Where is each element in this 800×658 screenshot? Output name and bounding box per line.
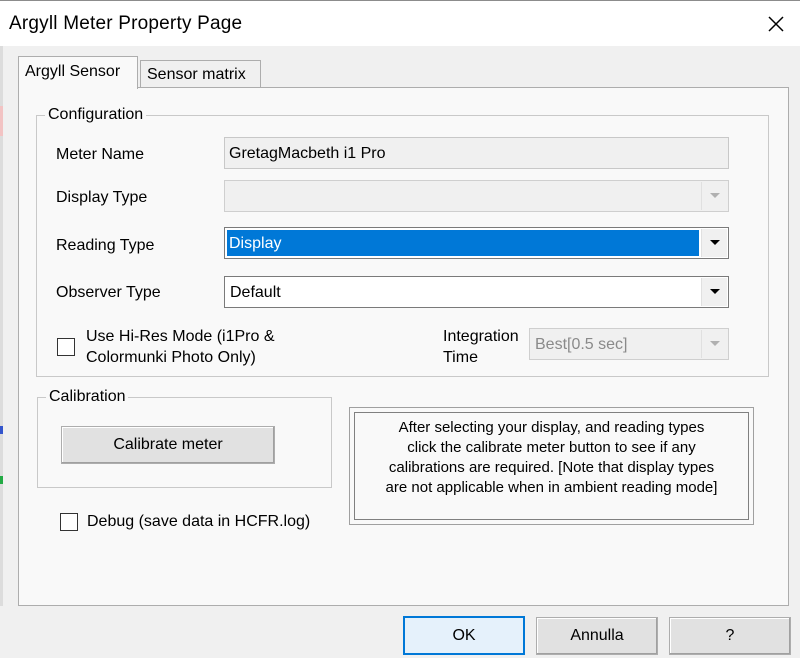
tab-label: Argyll Sensor xyxy=(25,63,121,80)
calibrate-meter-button[interactable]: Calibrate meter xyxy=(61,426,275,464)
integration-time-value: Best[0.5 sec] xyxy=(535,336,628,353)
help-button[interactable]: ? xyxy=(669,617,791,655)
meter-name-field: GretagMacbeth i1 Pro xyxy=(224,137,729,169)
calibration-info-text: After selecting your display, and readin… xyxy=(354,412,749,520)
configuration-group: Configuration Meter Name GretagMacbeth i… xyxy=(36,106,769,377)
cancel-label: Annulla xyxy=(570,627,624,644)
observer-type-select[interactable]: Default xyxy=(224,276,729,308)
reading-type-select[interactable]: Display xyxy=(224,227,729,259)
info-line: calibrations are required. [Note that di… xyxy=(388,459,715,476)
tab-argyll-sensor[interactable]: Argyll Sensor xyxy=(18,56,138,89)
calibrate-meter-label: Calibrate meter xyxy=(113,436,223,453)
chevron-down-icon[interactable] xyxy=(701,182,727,210)
observer-type-value: Default xyxy=(230,284,281,301)
integration-time-label: Integration Time xyxy=(443,326,519,368)
tab-panel: Configuration Meter Name GretagMacbeth i… xyxy=(18,87,789,606)
debug-checkbox[interactable] xyxy=(60,513,78,531)
meter-name-label: Meter Name xyxy=(56,146,145,163)
tab-label: Sensor matrix xyxy=(147,66,246,83)
help-label: ? xyxy=(725,627,735,644)
ok-button[interactable]: OK xyxy=(403,616,525,655)
observer-type-label: Observer Type xyxy=(56,284,161,301)
hires-mode-label[interactable]: Use Hi-Res Mode (i1Pro & Colormunki Phot… xyxy=(86,326,275,368)
integration-time-select[interactable]: Best[0.5 sec] xyxy=(529,328,729,360)
chevron-down-icon[interactable] xyxy=(701,278,727,306)
tab-sensor-matrix[interactable]: Sensor matrix xyxy=(140,60,261,87)
calibration-info-box: After selecting your display, and readin… xyxy=(349,407,754,525)
title-bar[interactable]: Argyll Meter Property Page xyxy=(0,0,800,46)
info-line: are not applicable when in ambient readi… xyxy=(385,479,718,496)
integration-label-line1: Integration xyxy=(443,328,519,345)
reading-type-value: Display xyxy=(227,230,699,256)
info-line: click the calibrate meter button to see … xyxy=(407,439,696,456)
calibration-legend: Calibration xyxy=(46,388,129,406)
configuration-legend: Configuration xyxy=(45,106,147,124)
display-type-label: Display Type xyxy=(56,189,148,206)
hires-label-line1: Use Hi-Res Mode (i1Pro & xyxy=(86,328,275,345)
calibration-group: Calibration Calibrate meter xyxy=(37,388,332,488)
close-icon xyxy=(768,16,784,32)
reading-type-label: Reading Type xyxy=(56,237,155,254)
close-button[interactable] xyxy=(752,1,800,47)
ok-label: OK xyxy=(452,626,476,644)
debug-label[interactable]: Debug (save data in HCFR.log) xyxy=(87,513,310,531)
info-line: After selecting your display, and readin… xyxy=(398,419,705,436)
hires-mode-checkbox[interactable] xyxy=(57,338,75,356)
cancel-button[interactable]: Annulla xyxy=(536,617,658,655)
window-title: Argyll Meter Property Page xyxy=(9,13,243,34)
background-window-edge xyxy=(0,46,3,606)
meter-name-value: GretagMacbeth i1 Pro xyxy=(229,145,386,162)
hires-label-line2: Colormunki Photo Only) xyxy=(86,349,256,366)
chevron-down-icon[interactable] xyxy=(701,330,727,358)
integration-label-line2: Time xyxy=(443,349,478,366)
chevron-down-icon[interactable] xyxy=(701,229,727,257)
display-type-select[interactable] xyxy=(224,180,729,212)
